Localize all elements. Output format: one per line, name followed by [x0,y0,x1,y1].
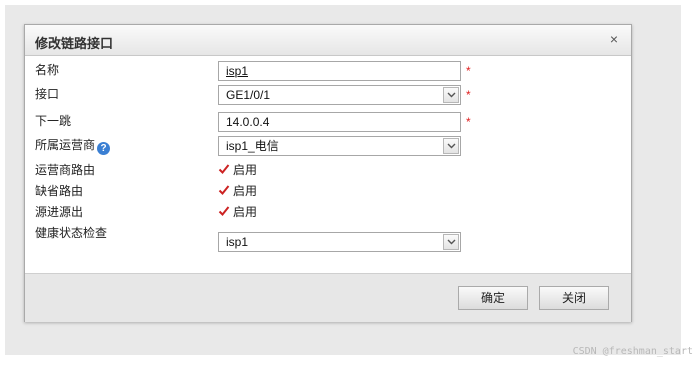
chevron-down-icon[interactable] [443,87,459,103]
watermark: CSDN @freshman_start [572,346,693,357]
checkmark-icon[interactable] [218,205,230,217]
close-icon[interactable]: × [605,30,623,48]
health-check-select[interactable]: isp1 [218,232,461,252]
health-check-select-value: isp1 [226,235,249,249]
default-route-checkbox[interactable]: 启用 [218,182,257,198]
name-label: 名称 [35,63,60,77]
close-button[interactable]: 关闭 [539,286,609,310]
default-route-check-label: 启用 [233,183,258,198]
next-hop-label: 下一跳 [35,114,72,128]
dialog-title-bar[interactable]: 修改链路接口 × [25,25,631,56]
next-hop-input-value: 14.0.0.4 [226,115,270,129]
isp-route-check-label: 启用 [233,162,258,177]
name-required-mark: * [466,64,471,78]
dialog-footer: 确定 关闭 [25,273,631,322]
chevron-down-icon[interactable] [443,234,459,250]
form-area: 名称 isp1 * 接口 GE1/0/1 * 下一跳 14.0.0.4 * 所属… [25,56,631,272]
health-check-label: 健康状态检查 [35,226,108,240]
dialog-title: 修改链路接口 [35,36,114,51]
isp-label-text: 所属运营商 [35,138,96,152]
name-input[interactable]: isp1 [218,61,461,81]
interface-required-mark: * [466,88,471,102]
name-input-value: isp1 [226,64,249,78]
source-in-out-check-label: 启用 [233,204,258,219]
interface-select[interactable]: GE1/0/1 [218,85,461,105]
edit-link-interface-dialog: 修改链路接口 × 名称 isp1 * 接口 GE1/0/1 * 下一跳 14.0… [24,24,632,322]
checkmark-icon[interactable] [218,163,230,175]
source-in-out-checkbox[interactable]: 启用 [218,203,257,219]
isp-select-value: isp1_电信 [226,139,279,153]
default-route-label: 缺省路由 [35,184,84,198]
isp-label: 所属运营商? [35,136,111,155]
isp-route-label: 运营商路由 [35,163,96,177]
next-hop-required-mark: * [466,115,471,129]
interface-label: 接口 [35,87,60,101]
isp-select[interactable]: isp1_电信 [218,136,461,156]
next-hop-input[interactable]: 14.0.0.4 [218,112,461,132]
chevron-down-icon[interactable] [443,138,459,154]
source-in-out-label: 源进源出 [35,205,84,219]
checkmark-icon[interactable] [218,184,230,196]
isp-route-checkbox[interactable]: 启用 [218,161,257,177]
ok-button[interactable]: 确定 [458,286,528,310]
help-icon[interactable]: ? [97,142,111,155]
interface-select-value: GE1/0/1 [226,88,271,102]
